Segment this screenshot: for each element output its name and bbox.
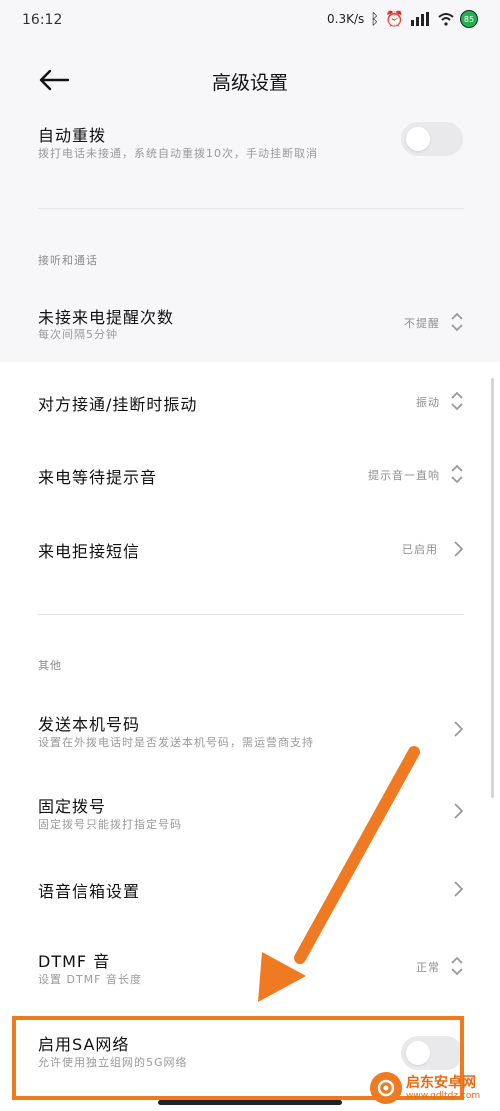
- watermark-sub: www.qdltdz.com: [406, 1090, 481, 1101]
- up-down-chevron-icon: [451, 312, 463, 332]
- watermark-text: 启东安卓网 www.qdltdz.com: [406, 1075, 480, 1102]
- battery-level: 85: [463, 14, 475, 24]
- wifi-icon: [438, 13, 454, 26]
- chevron-right-icon: [454, 721, 464, 737]
- battery-icon: 85: [460, 10, 478, 28]
- voicemail-settings-row[interactable]: 语音信箱设置: [0, 872, 500, 912]
- fixed-dialing-title: 固定拨号: [38, 797, 107, 816]
- dtmf-tone-subtitle: 设置 DTMF 音长度: [38, 973, 143, 986]
- chevron-right-icon: [454, 803, 464, 819]
- reject-sms-row[interactable]: 来电拒接短信 已启用: [0, 532, 500, 572]
- watermark-main: 启东安卓网: [406, 1074, 476, 1091]
- auto-redial-toggle[interactable]: [401, 122, 463, 156]
- watermark-logo-icon: [370, 1072, 402, 1104]
- auto-redial-subtitle: 拨打电话未接通，系统自动重拨10次，手动挂断取消: [38, 147, 318, 160]
- missed-call-reminder-subtitle: 每次间隔5分钟: [38, 328, 118, 341]
- connect-vibrate-row[interactable]: 对方接通/挂断时振动 振动: [0, 385, 500, 425]
- connect-vibrate-value: 振动: [416, 396, 440, 409]
- section-header-other: 其他: [38, 659, 62, 672]
- fixed-dialing-row[interactable]: 固定拨号 固定拨号只能拨打指定号码: [0, 790, 500, 840]
- chevron-right-icon: [454, 541, 464, 557]
- up-down-chevron-icon: [451, 391, 463, 411]
- page-title: 高级设置: [211, 72, 288, 94]
- missed-call-reminder-row[interactable]: 未接来电提醒次数 每次间隔5分钟 不提醒: [0, 300, 500, 350]
- scrollbar[interactable]: [491, 378, 494, 798]
- fixed-dialing-subtitle: 固定拨号只能拨打指定号码: [38, 818, 182, 831]
- reject-sms-title: 来电拒接短信: [38, 542, 141, 561]
- toggle-knob: [406, 127, 430, 151]
- connect-vibrate-title: 对方接通/挂断时振动: [38, 395, 198, 414]
- send-number-subtitle: 设置在外拨电话时是否发送本机号码，需运营商支持: [38, 736, 314, 749]
- watermark: 启东安卓网 www.qdltdz.com: [370, 1068, 498, 1108]
- up-down-chevron-icon: [451, 464, 463, 484]
- divider: [38, 614, 464, 615]
- divider: [38, 208, 464, 209]
- dtmf-tone-title: DTMF 音: [38, 952, 111, 971]
- reject-sms-value: 已启用: [402, 543, 438, 556]
- dtmf-tone-row[interactable]: DTMF 音 设置 DTMF 音长度 正常: [0, 945, 500, 995]
- voicemail-settings-title: 语音信箱设置: [38, 882, 141, 901]
- dtmf-tone-value: 正常: [416, 961, 440, 974]
- missed-call-reminder-title: 未接来电提醒次数: [38, 308, 175, 327]
- auto-redial-title: 自动重拨: [38, 126, 107, 145]
- call-waiting-tone-title: 来电等待提示音: [38, 468, 158, 487]
- alarm-icon: ⏰: [385, 10, 404, 28]
- status-icons: 0.3K/s ᛒ ⏰ 85: [327, 10, 478, 28]
- bluetooth-icon: ᛒ: [370, 10, 380, 28]
- call-waiting-tone-value: 提示音一直响: [368, 469, 440, 482]
- missed-call-reminder-value: 不提醒: [404, 317, 440, 330]
- section-header-answer: 接听和通话: [38, 254, 98, 267]
- send-number-row[interactable]: 发送本机号码 设置在外拨电话时是否发送本机号码，需运营商支持: [0, 708, 500, 758]
- send-number-title: 发送本机号码: [38, 715, 141, 734]
- network-speed: 0.3K/s: [327, 12, 365, 26]
- auto-redial-row[interactable]: 自动重拨 拨打电话未接通，系统自动重拨10次，手动挂断取消: [0, 118, 500, 168]
- home-indicator[interactable]: [158, 1100, 342, 1105]
- chevron-right-icon: [454, 881, 464, 897]
- call-waiting-tone-row[interactable]: 来电等待提示音 提示音一直响: [0, 458, 500, 498]
- signal-icon: [411, 12, 429, 26]
- status-time: 16:12: [22, 12, 63, 28]
- status-bar: 16:12 0.3K/s ᛒ ⏰ 85: [0, 0, 500, 42]
- up-down-chevron-icon: [451, 956, 463, 976]
